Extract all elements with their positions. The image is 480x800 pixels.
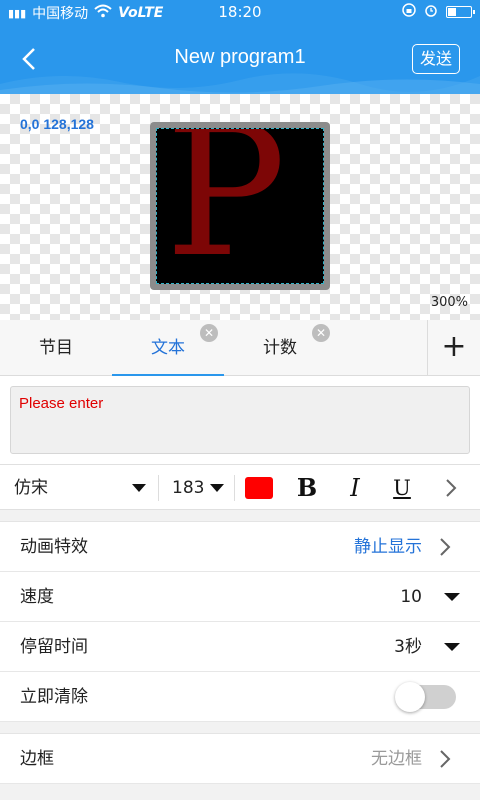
- page-title: New program1: [174, 46, 306, 68]
- animation-effect-label: 动画特效: [20, 537, 88, 557]
- add-tab-button[interactable]: +: [428, 320, 480, 376]
- led-canvas-frame[interactable]: P: [150, 122, 330, 290]
- dropdown-arrow-icon: [444, 593, 460, 601]
- tab-text[interactable]: 文本 ✕: [112, 320, 224, 376]
- italic-button[interactable]: I: [340, 465, 370, 511]
- bold-button[interactable]: B: [292, 465, 322, 511]
- status-bar: ▮▮▮ 中国移动 VoLTE 18:20: [0, 0, 480, 24]
- animation-effect-value: 静止显示: [354, 537, 422, 557]
- stay-time-label: 停留时间: [20, 637, 88, 657]
- border-value: 无边框: [371, 749, 422, 769]
- text-format-toolbar: 仿宋 183 B I U: [0, 464, 480, 510]
- canvas-text: P: [165, 128, 287, 284]
- text-input-section: Please enter: [0, 376, 480, 464]
- status-right: [402, 3, 475, 21]
- border-settings-list: 边框 无边框: [0, 733, 480, 784]
- stay-time-row[interactable]: 停留时间 3秒: [0, 622, 480, 672]
- font-size-select[interactable]: 183: [172, 465, 228, 511]
- toolbar-divider: [158, 475, 159, 501]
- toolbar-divider: [234, 475, 235, 501]
- animation-effect-row[interactable]: 动画特效 静止显示: [0, 522, 480, 572]
- led-preview-area: 0,0 128,128 P 300%: [0, 94, 480, 320]
- stay-time-value: 3秒: [394, 637, 422, 657]
- send-button[interactable]: 发送: [412, 44, 460, 74]
- zoom-level: 300%: [430, 295, 468, 310]
- text-settings-list: 动画特效 静止显示 速度 10 停留时间 3秒 立即清除: [0, 521, 480, 722]
- font-size-value: 183: [172, 478, 205, 498]
- close-icon[interactable]: ✕: [312, 324, 330, 342]
- tab-label: 节目: [39, 338, 73, 358]
- program-tabs: 节目 文本 ✕ 计数 ✕ +: [0, 320, 480, 376]
- underline-button[interactable]: U: [387, 465, 417, 511]
- tab-label: 文本: [151, 338, 185, 358]
- border-label: 边框: [20, 749, 54, 769]
- toggle-knob: [395, 682, 425, 712]
- chevron-right-icon: [446, 479, 457, 497]
- tab-label: 计数: [263, 338, 297, 358]
- clear-immediately-row: 立即清除: [0, 672, 480, 722]
- tab-program[interactable]: 节目: [0, 320, 112, 376]
- speed-row[interactable]: 速度 10: [0, 572, 480, 622]
- text-color-swatch[interactable]: [245, 477, 273, 499]
- speed-label: 速度: [20, 587, 54, 607]
- led-canvas[interactable]: P: [156, 128, 324, 284]
- dropdown-arrow-icon: [444, 643, 460, 651]
- chevron-right-icon: [432, 734, 458, 780]
- coordinates-readout: 0,0 128,128: [20, 116, 94, 132]
- dropdown-arrow-icon: [210, 484, 224, 492]
- lock-rotation-icon: [402, 3, 416, 21]
- app-header: New program1 发送: [0, 24, 480, 94]
- tab-counter[interactable]: 计数 ✕: [224, 320, 336, 376]
- text-content-input[interactable]: Please enter: [10, 386, 470, 454]
- border-row[interactable]: 边框 无边框: [0, 734, 480, 784]
- chevron-right-icon: [432, 522, 458, 568]
- close-icon[interactable]: ✕: [200, 324, 218, 342]
- alarm-icon: [424, 3, 438, 21]
- dropdown-arrow-icon: [132, 484, 146, 492]
- clear-immediately-label: 立即清除: [20, 687, 88, 707]
- font-family-value: 仿宋: [14, 478, 48, 498]
- speed-value: 10: [400, 587, 422, 607]
- font-family-select[interactable]: 仿宋: [14, 465, 150, 511]
- toolbar-more-button[interactable]: [438, 465, 464, 511]
- battery-icon: [446, 6, 475, 18]
- clear-immediately-toggle[interactable]: [395, 682, 456, 712]
